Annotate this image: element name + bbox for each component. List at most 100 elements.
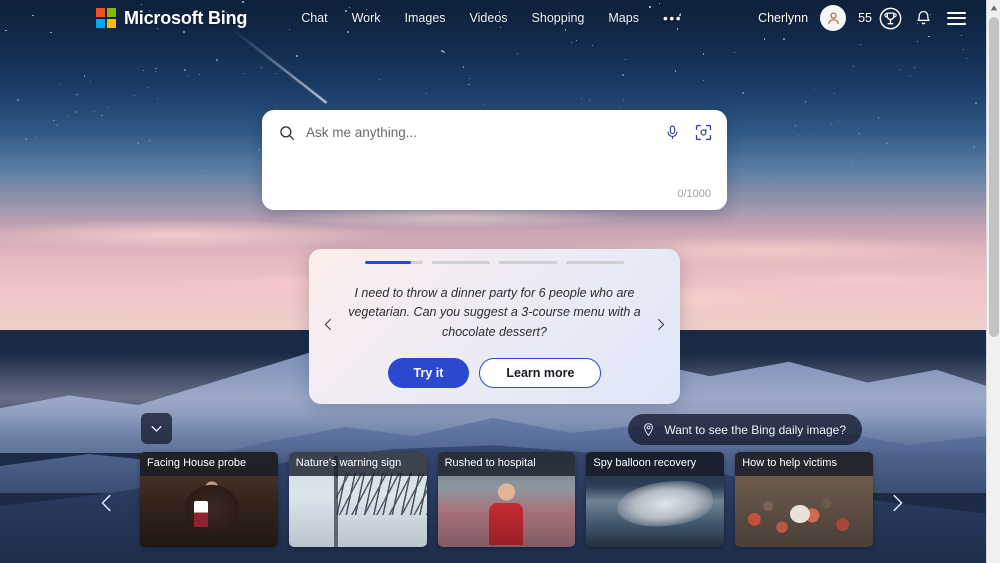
nav-item-maps[interactable]: Maps (608, 11, 639, 25)
news-card-title: Rushed to hospital (437, 452, 576, 477)
news-card-title: Nature's warning sign (288, 452, 427, 477)
star (860, 151, 862, 153)
star (966, 57, 968, 59)
nav-item-shopping[interactable]: Shopping (532, 11, 585, 25)
rewards-button[interactable]: 55 (858, 7, 902, 30)
carousel-progress-segment-3[interactable] (499, 261, 557, 264)
star (619, 106, 622, 108)
prompt-next-button[interactable] (653, 313, 668, 340)
daily-image-button[interactable]: Want to see the Bing daily image? (628, 414, 862, 445)
info-pin-icon (644, 423, 654, 437)
trophy-icon (879, 7, 902, 29)
chevron-right-icon (893, 494, 903, 512)
try-it-button[interactable]: Try it (387, 358, 470, 388)
star (184, 69, 187, 72)
carousel-progress-segment-4[interactable] (566, 261, 624, 264)
person-icon (827, 11, 839, 24)
news-card[interactable]: Spy balloon recovery (586, 452, 725, 547)
star (850, 165, 852, 167)
star (101, 115, 103, 117)
star (913, 66, 916, 68)
star (810, 134, 812, 136)
star (469, 77, 471, 79)
top-navigation-bar: Microsoft Bing Chat Work Images Videos S… (0, 0, 986, 36)
star (798, 134, 800, 136)
microphone-icon[interactable] (664, 123, 681, 142)
search-action-icons (664, 123, 713, 142)
star (516, 53, 518, 55)
learn-more-button[interactable]: Learn more (479, 358, 602, 388)
visual-search-icon[interactable] (694, 123, 713, 142)
carousel-progress (365, 261, 624, 264)
carousel-progress-segment-2[interactable] (432, 261, 490, 264)
star (592, 45, 594, 47)
star (702, 53, 704, 55)
star (258, 149, 260, 151)
hamburger-icon-bar (947, 17, 966, 19)
star (275, 72, 277, 75)
star (93, 110, 95, 112)
search-input[interactable] (306, 123, 654, 142)
star (831, 123, 833, 125)
news-card[interactable]: Rushed to hospital (437, 452, 576, 547)
star (16, 99, 19, 102)
star (580, 97, 582, 99)
star (76, 93, 78, 95)
star (674, 70, 676, 72)
nav-overflow-menu[interactable]: ••• (663, 10, 682, 26)
character-counter: 0/1000 (677, 188, 711, 200)
star (205, 175, 208, 178)
scrollbar-thumb[interactable] (989, 17, 999, 337)
hamburger-icon-bar (947, 11, 966, 14)
star (575, 39, 577, 42)
nav-item-images[interactable]: Images (405, 11, 446, 25)
search-box[interactable]: 0/1000 (262, 110, 727, 210)
star (734, 51, 736, 53)
progress-fill (365, 261, 412, 264)
bing-homepage: Microsoft Bing Chat Work Images Videos S… (0, 0, 1000, 563)
star (199, 74, 201, 76)
avatar[interactable] (820, 5, 847, 31)
star (68, 115, 70, 117)
star (142, 70, 145, 72)
star (737, 162, 739, 164)
news-carousel: Facing House probe Nature's warning sign R… (140, 452, 873, 547)
news-card[interactable]: How to help victims (735, 452, 873, 547)
star (133, 95, 135, 97)
collapse-feed-button[interactable] (141, 413, 172, 444)
bing-logo-link[interactable]: Microsoft Bing (96, 8, 247, 29)
star (296, 55, 298, 57)
nav-item-videos[interactable]: Videos (470, 11, 508, 25)
star (853, 66, 855, 68)
carousel-progress-segment-1[interactable] (365, 261, 423, 264)
nav-item-work[interactable]: Work (352, 11, 381, 25)
prompt-text: I need to throw a dinner party for 6 peo… (348, 285, 641, 339)
prompt-prev-button[interactable] (321, 313, 336, 340)
page-scrollbar[interactable] (986, 0, 1000, 563)
news-prev-button[interactable] (90, 486, 124, 520)
star (885, 141, 888, 144)
star (35, 135, 37, 137)
star (973, 145, 976, 148)
star (155, 67, 157, 69)
star (768, 182, 770, 184)
nav-item-chat[interactable]: Chat (301, 11, 327, 25)
search-icon[interactable] (278, 124, 296, 142)
notifications-button[interactable] (914, 9, 933, 28)
star (462, 66, 465, 68)
star (25, 138, 27, 140)
star (858, 132, 860, 135)
app-menu-button[interactable] (945, 8, 968, 29)
bell-icon (917, 10, 930, 24)
main-nav: Chat Work Images Videos Shopping Maps ••… (301, 10, 682, 26)
news-next-button[interactable] (880, 486, 914, 520)
news-card[interactable]: Nature's warning sign (288, 452, 427, 547)
star (838, 120, 840, 122)
scroll-up-button[interactable] (987, 0, 1000, 15)
header-actions: Cherlynn 55 (758, 5, 968, 31)
microsoft-logo-icon (96, 8, 116, 28)
news-card-title: How to help victims (735, 452, 873, 477)
star (75, 111, 77, 113)
star (187, 74, 189, 76)
news-card[interactable]: Facing House probe (140, 452, 278, 547)
